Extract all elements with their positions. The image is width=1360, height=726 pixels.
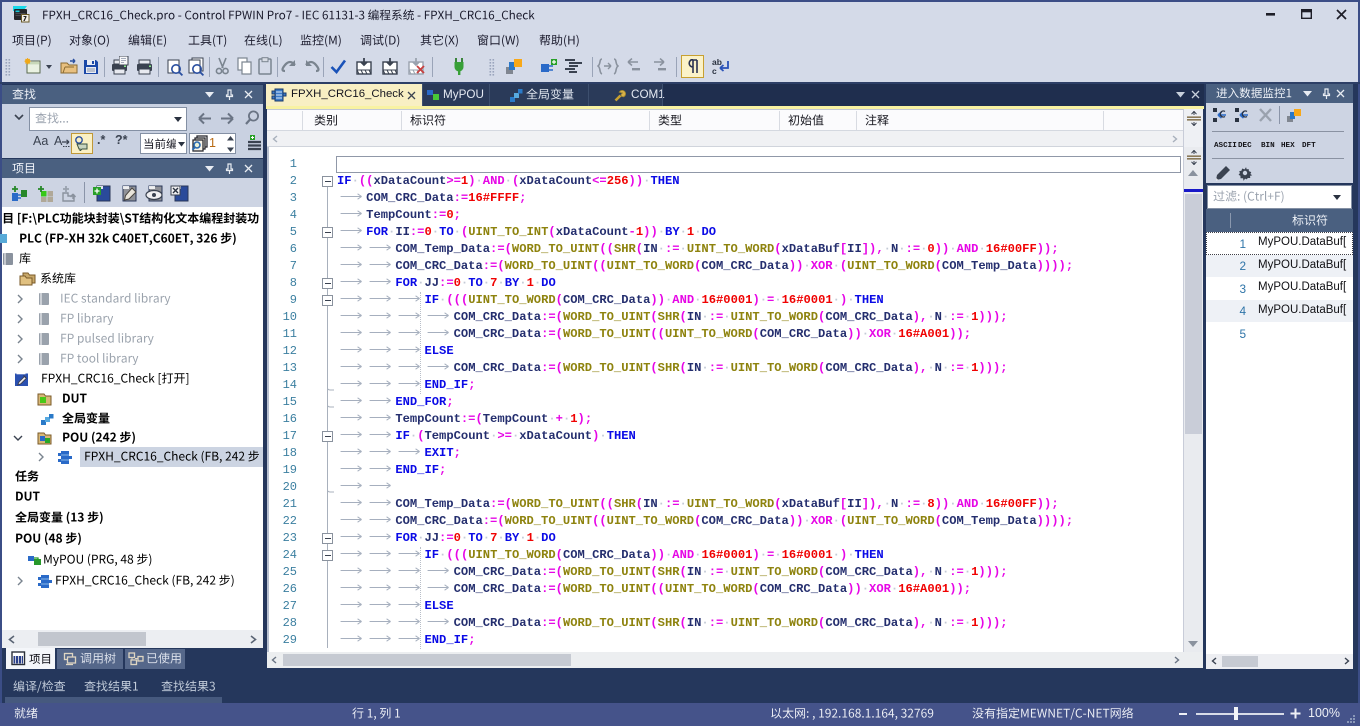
svg-text:c: c — [712, 66, 717, 76]
